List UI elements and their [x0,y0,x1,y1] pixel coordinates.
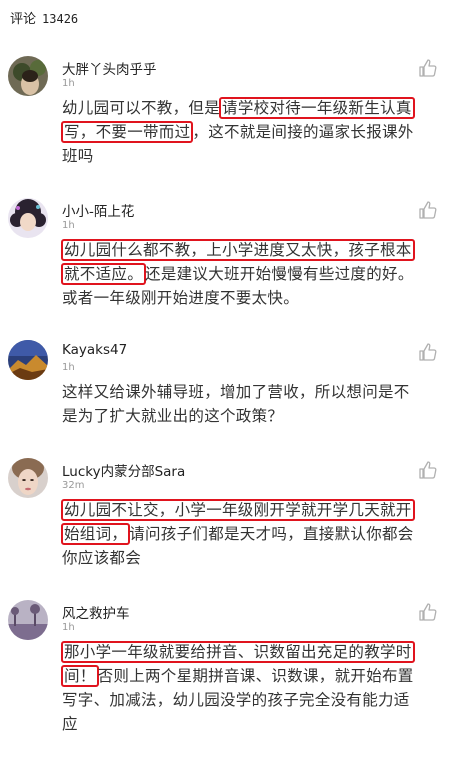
comment-header: 评论 13426 [10,8,78,27]
comment-text: 这样又给课外辅导班，增加了营收，所以想问是不 [62,383,410,401]
comment-line: 始组词， 请问孩子们都是天才吗，直接默认你都会 [61,522,450,546]
comment-label: 评论 [10,12,37,27]
comment-text: 你应该都会 [62,549,142,567]
comment-text: 或者一年级刚开始进度不要太快。 [62,289,300,307]
comment-line: 这样又给课外辅导班，增加了营收，所以想问是不 [62,380,450,404]
comment-time: 1h [62,220,75,231]
comment-line: 幼儿园不让交，小学一年级刚开学就开学几天就开 [61,498,450,522]
thumbs-up-icon[interactable] [418,342,438,362]
comment-line: 应 [62,712,450,736]
comment-line: 或者一年级刚开始进度不要太快。 [62,286,450,310]
comment-line: 是为了扩大就业出的这个政策？ [62,404,450,428]
comment-text: 是为了扩大就业出的这个政策？ [62,407,284,425]
comment-author[interactable]: Lucky内蒙分部Sara [62,460,185,480]
comment-text: 班吗 [62,147,94,165]
highlighted-text: 始组词， [61,523,131,545]
comment-line: 写字、加减法，幼儿园没学的孩子完全没有能力适 [62,688,450,712]
comment-text: 还是建议大班开始慢慢有些过度的好。 [145,265,414,283]
avatar[interactable] [8,198,48,238]
comment-author[interactable]: 大胖丫头肉乎乎 [62,58,157,78]
comment-body: 幼儿园什么都不教，上小学进度又太快，孩子根本 就不适应。 还是建议大班开始慢慢有些… [61,238,450,310]
highlighted-text: 那小学一年级就要给拼音、识数留出充足的教学时 [61,641,415,663]
thumbs-up-icon[interactable] [418,460,438,480]
thumbs-up-icon[interactable] [418,200,438,220]
comment-line: 就不适应。 还是建议大班开始慢慢有些过度的好。 [61,262,450,286]
comment-body: 幼儿园不让交，小学一年级刚开学就开学几天就开 始组词， 请问孩子们都是天才吗，直接… [61,498,450,570]
comment-text: ，这不就是间接的逼家长报课外 [192,123,414,141]
highlighted-text: 就不适应。 [61,263,147,285]
comment-line: 班吗 [62,144,450,168]
comment-line: 幼儿园可以不教，但是 请学校对待一年级新生认真 [62,96,450,120]
avatar[interactable] [8,56,48,96]
comment-line: 幼儿园什么都不教，上小学进度又太快，孩子根本 [61,238,450,262]
comment-text: 写字、加减法，幼儿园没学的孩子完全没有能力适 [62,691,410,709]
comment-time: 1h [62,362,75,373]
comment-text: 请问孩子们都是天才吗，直接默认你都会 [129,525,414,543]
comment-body: 这样又给课外辅导班，增加了营收，所以想问是不 是为了扩大就业出的这个政策？ [62,380,450,428]
comment-author[interactable]: Kayaks47 [62,342,127,358]
comment-author[interactable]: 小小-陌上花 [62,200,134,220]
comment-body: 幼儿园可以不教，但是 请学校对待一年级新生认真 写，不要一带而过 ，这不就是间接的逼… [61,96,450,168]
comment-text: 幼儿园可以不教，但是 [62,99,221,117]
comment-line: 那小学一年级就要给拼音、识数留出充足的教学时 [61,640,450,664]
avatar[interactable] [8,458,48,498]
comment-text: 否则上两个星期拼音课、识数课，就开始布置 [97,667,414,685]
comment-text: 应 [62,715,78,733]
comment-author[interactable]: 风之救护车 [62,602,130,622]
highlighted-text: 幼儿园不让交，小学一年级刚开学就开学几天就开 [61,499,415,521]
thumbs-up-icon[interactable] [418,58,438,78]
comment-time: 1h [62,78,75,89]
comment-line: 写，不要一带而过 ，这不就是间接的逼家长报课外 [61,120,450,144]
comment-count: 13426 [42,12,79,26]
comment-time: 1h [62,622,75,633]
thumbs-up-icon[interactable] [418,602,438,622]
highlighted-text: 写，不要一带而过 [61,121,194,143]
highlighted-text: 请学校对待一年级新生认真 [219,97,415,119]
avatar[interactable] [8,600,48,640]
comment-line: 间！ 否则上两个星期拼音课、识数课，就开始布置 [61,664,450,688]
comment-time: 32m [62,480,85,491]
highlighted-text: 幼儿园什么都不教，上小学进度又太快，孩子根本 [61,239,415,261]
avatar[interactable] [8,340,48,380]
highlighted-text: 间！ [61,665,99,687]
comment-line: 你应该都会 [62,546,450,570]
comment-body: 那小学一年级就要给拼音、识数留出充足的教学时 间！ 否则上两个星期拼音课、识数课，… [61,640,450,736]
